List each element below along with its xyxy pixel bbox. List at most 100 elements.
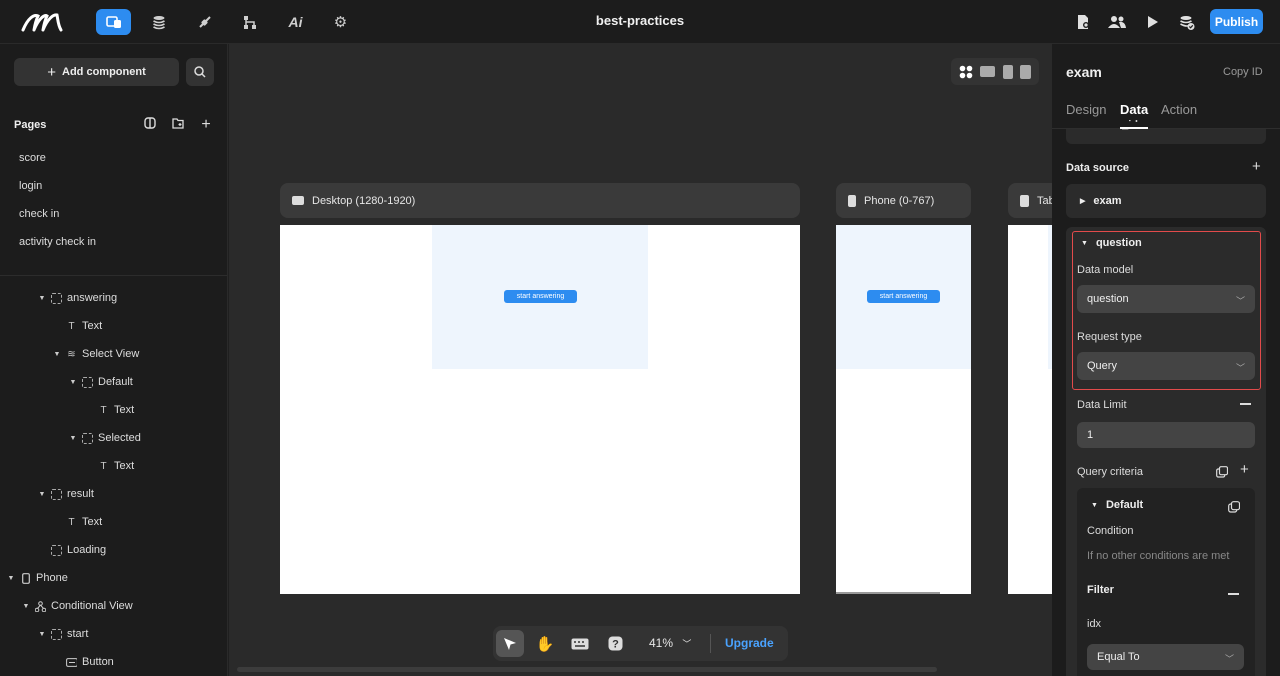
plugin-tool-button[interactable] — [187, 9, 222, 35]
users-icon[interactable] — [1106, 11, 1128, 33]
tree-node-loading[interactable]: Loading — [51, 541, 106, 559]
canvas-area[interactable]: Desktop (1280-1920) start answering Phon… — [229, 44, 1052, 676]
tree-node-text[interactable]: T Text — [66, 513, 102, 531]
caret-down-icon[interactable]: ▼ — [69, 435, 77, 442]
caret-down-icon[interactable]: ▼ — [38, 631, 46, 638]
text-icon: T — [68, 320, 75, 332]
tree-node-answering[interactable]: ▼ answering — [38, 289, 118, 307]
tree-node-label: Phone — [36, 572, 68, 584]
data-source-exam[interactable]: ▶ exam — [1066, 184, 1266, 218]
caret-down-icon[interactable]: ▼ — [1091, 502, 1098, 509]
data-source-question[interactable]: ▼ question — [1081, 237, 1142, 249]
settings-tool-button[interactable]: ⚙ — [323, 9, 358, 35]
start-answering-button[interactable]: start answering — [504, 290, 577, 303]
tree-node-text[interactable]: T Text — [66, 317, 102, 335]
horizontal-scrollbar[interactable] — [237, 667, 937, 672]
desktop-frame-label[interactable]: Desktop (1280-1920) — [280, 183, 800, 218]
workflow-tool-button[interactable] — [232, 9, 267, 35]
select-tool-button[interactable] — [496, 630, 524, 657]
project-title: best-practices — [595, 13, 685, 28]
caret-down-icon[interactable]: ▼ — [1081, 240, 1088, 247]
tree-node-text[interactable]: T Text — [98, 401, 134, 419]
data-model-select[interactable]: question ﹀ — [1077, 285, 1255, 313]
database-tool-button[interactable] — [141, 9, 176, 35]
caret-down-icon[interactable]: ▼ — [38, 491, 46, 498]
view-mode-toggle[interactable] — [951, 58, 1039, 85]
preview-play-icon[interactable] — [1142, 11, 1164, 33]
conditional-view-icon — [35, 600, 46, 612]
tablet-frame-label[interactable]: Tablet (768-1279) — [1008, 183, 1052, 218]
copy-criteria-icon[interactable] — [1216, 465, 1229, 483]
phone-frame-label[interactable]: Phone (0-767) — [836, 183, 971, 218]
collapse-minus-icon[interactable] — [1228, 593, 1239, 595]
add-folder-icon[interactable] — [170, 117, 186, 133]
active-tab-indicator — [1120, 127, 1148, 129]
add-data-source-icon[interactable]: + — [1252, 158, 1261, 175]
tree-node-start[interactable]: ▼ start — [38, 625, 89, 643]
data-model-label: Data model — [1077, 264, 1134, 276]
ai-tool-button[interactable]: Ai — [278, 9, 313, 35]
tablet-view-icon[interactable] — [1002, 64, 1013, 79]
toolbar-divider — [710, 634, 711, 653]
copy-id-button[interactable]: Copy ID — [1223, 66, 1263, 78]
tab-data[interactable]: Data — [1120, 102, 1148, 117]
page-item-score[interactable]: score — [19, 152, 46, 164]
collapse-minus-icon[interactable] — [1240, 403, 1251, 405]
start-answering-button[interactable]: start answering — [867, 290, 940, 303]
container-icon — [51, 544, 62, 556]
pan-tool-button[interactable]: ✋ — [531, 630, 559, 657]
tree-node-default[interactable]: ▼ Default — [69, 373, 133, 391]
phone-frame[interactable]: start answering — [836, 225, 971, 594]
caret-down-icon[interactable]: ▼ — [22, 603, 30, 610]
database-check-icon[interactable] — [1176, 11, 1198, 33]
tree-node-result[interactable]: ▼ result — [38, 485, 94, 503]
tablet-frame[interactable] — [1008, 225, 1052, 594]
criteria-default-header[interactable]: ▼ Default — [1091, 499, 1143, 511]
caret-down-icon[interactable]: ▼ — [7, 575, 15, 582]
pages-tool-button[interactable] — [96, 9, 131, 35]
query-criteria-label: Query criteria — [1077, 466, 1144, 478]
tree-node-text[interactable]: T Text — [98, 457, 134, 475]
phone-view-icon[interactable] — [1020, 64, 1032, 79]
tree-node-label: answering — [67, 292, 118, 304]
tree-node-conditional-view[interactable]: ▼ Conditional View — [22, 597, 133, 615]
page-item-check-in[interactable]: check in — [19, 208, 59, 220]
duplicate-icon[interactable] — [1228, 500, 1241, 518]
filter-field: idx — [1087, 618, 1102, 630]
page-layout-icon[interactable] — [142, 117, 158, 133]
page-item-login[interactable]: login — [19, 180, 42, 192]
tablet-icon — [1020, 194, 1029, 207]
add-page-icon[interactable]: + — [198, 117, 214, 133]
desktop-frame[interactable]: start answering — [280, 225, 800, 594]
caret-down-icon[interactable]: ▼ — [38, 295, 46, 302]
all-devices-icon[interactable] — [959, 65, 973, 79]
page-settings-icon[interactable] — [1072, 11, 1094, 33]
upgrade-link[interactable]: Upgrade — [725, 636, 774, 650]
add-component-button[interactable]: + Add component — [14, 58, 179, 86]
ai-icon: Ai — [288, 14, 303, 30]
right-panel: exam Copy ID Design Data Action exam_id … — [1052, 44, 1280, 676]
tree-node-phone[interactable]: ▼ Phone — [7, 569, 68, 587]
filter-operator-select[interactable]: Equal To ﹀ — [1087, 644, 1244, 670]
publish-button[interactable]: Publish — [1210, 9, 1263, 34]
help-button[interactable]: ? — [601, 630, 629, 657]
search-button[interactable] — [186, 58, 214, 86]
tab-action[interactable]: Action — [1161, 102, 1197, 117]
caret-right-icon[interactable]: ▶ — [1080, 197, 1085, 205]
caret-down-icon[interactable]: ▼ — [69, 379, 77, 386]
add-criteria-icon[interactable]: + — [1240, 461, 1249, 478]
tree-node-select-view[interactable]: ▼ ≋ Select View — [53, 345, 140, 363]
desktop-view-icon[interactable] — [980, 66, 996, 77]
page-item-activity-check-in[interactable]: activity check in — [19, 236, 96, 248]
tab-design[interactable]: Design — [1066, 102, 1106, 117]
data-limit-input[interactable]: 1 — [1077, 422, 1255, 448]
request-type-select[interactable]: Query ﹀ — [1077, 352, 1255, 380]
zoom-level[interactable]: 41% ﹀ — [649, 636, 691, 650]
caret-down-icon[interactable]: ▼ — [53, 351, 61, 358]
tree-node-label: Loading — [67, 544, 107, 556]
tree-node-button[interactable]: Button — [66, 653, 114, 671]
app-logo[interactable] — [20, 10, 66, 34]
query-criteria-box: ▼ Default Condition If no other conditio… — [1077, 488, 1255, 676]
tree-node-selected[interactable]: ▼ Selected — [69, 429, 141, 447]
keyboard-shortcuts-button[interactable] — [566, 630, 594, 657]
